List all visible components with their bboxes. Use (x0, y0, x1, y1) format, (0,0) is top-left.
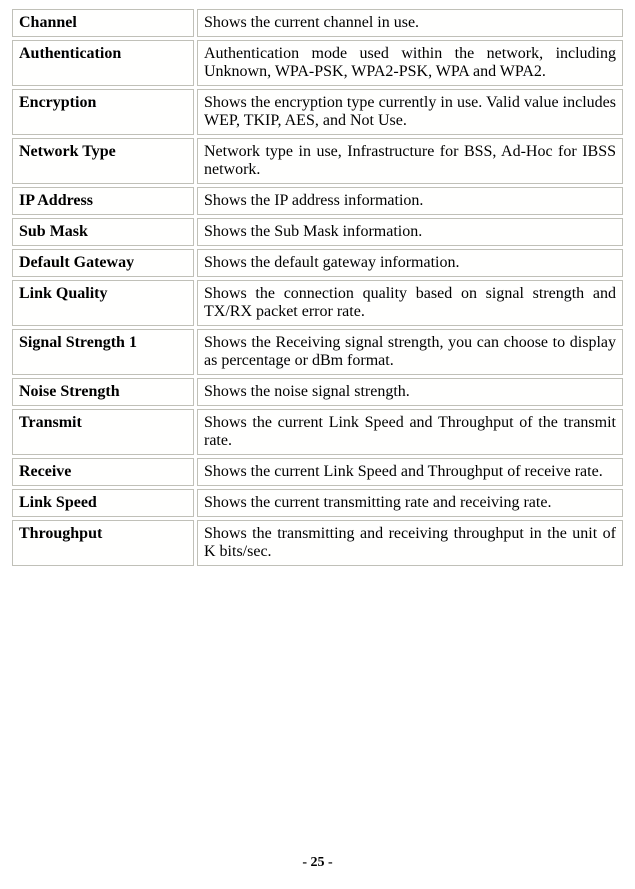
row-description: Shows the current transmitting rate and … (197, 489, 623, 517)
table-row: Network TypeNetwork type in use, Infrast… (12, 138, 623, 184)
row-label: Sub Mask (12, 218, 194, 246)
table-row: Default GatewayShows the default gateway… (12, 249, 623, 277)
row-label: Channel (12, 9, 194, 37)
row-label: Signal Strength 1 (12, 329, 194, 375)
row-label: Link Quality (12, 280, 194, 326)
table-row: EncryptionShows the encryption type curr… (12, 89, 623, 135)
row-label: Network Type (12, 138, 194, 184)
table-row: ReceiveShows the current Link Speed and … (12, 458, 623, 486)
row-description: Shows the Sub Mask information. (197, 218, 623, 246)
row-description: Shows the encryption type currently in u… (197, 89, 623, 135)
table-row: AuthenticationAuthentication mode used w… (12, 40, 623, 86)
row-description: Shows the noise signal strength. (197, 378, 623, 406)
row-description: Authentication mode used within the netw… (197, 40, 623, 86)
row-description: Shows the current Link Speed and Through… (197, 458, 623, 486)
table-row: Sub MaskShows the Sub Mask information. (12, 218, 623, 246)
table-row: ChannelShows the current channel in use. (12, 9, 623, 37)
row-label: Receive (12, 458, 194, 486)
row-description: Shows the connection quality based on si… (197, 280, 623, 326)
row-description: Shows the current Link Speed and Through… (197, 409, 623, 455)
row-label: Noise Strength (12, 378, 194, 406)
row-description: Shows the default gateway information. (197, 249, 623, 277)
table-row: Link SpeedShows the current transmitting… (12, 489, 623, 517)
table-row: ThroughputShows the transmitting and rec… (12, 520, 623, 566)
row-description: Shows the IP address information. (197, 187, 623, 215)
row-description: Shows the transmitting and receiving thr… (197, 520, 623, 566)
definitions-table-container: ChannelShows the current channel in use.… (0, 0, 635, 575)
row-label: Link Speed (12, 489, 194, 517)
table-body: ChannelShows the current channel in use.… (12, 9, 623, 566)
row-label: Transmit (12, 409, 194, 455)
page-number: - 25 - (0, 855, 635, 871)
table-row: Link QualityShows the connection quality… (12, 280, 623, 326)
row-description: Shows the Receiving signal strength, you… (197, 329, 623, 375)
row-label: IP Address (12, 187, 194, 215)
table-row: IP AddressShows the IP address informati… (12, 187, 623, 215)
row-label: Encryption (12, 89, 194, 135)
definitions-table: ChannelShows the current channel in use.… (9, 6, 626, 569)
row-description: Network type in use, Infrastructure for … (197, 138, 623, 184)
row-label: Throughput (12, 520, 194, 566)
table-row: Signal Strength 1Shows the Receiving sig… (12, 329, 623, 375)
row-label: Default Gateway (12, 249, 194, 277)
table-row: TransmitShows the current Link Speed and… (12, 409, 623, 455)
row-label: Authentication (12, 40, 194, 86)
row-description: Shows the current channel in use. (197, 9, 623, 37)
table-row: Noise StrengthShows the noise signal str… (12, 378, 623, 406)
